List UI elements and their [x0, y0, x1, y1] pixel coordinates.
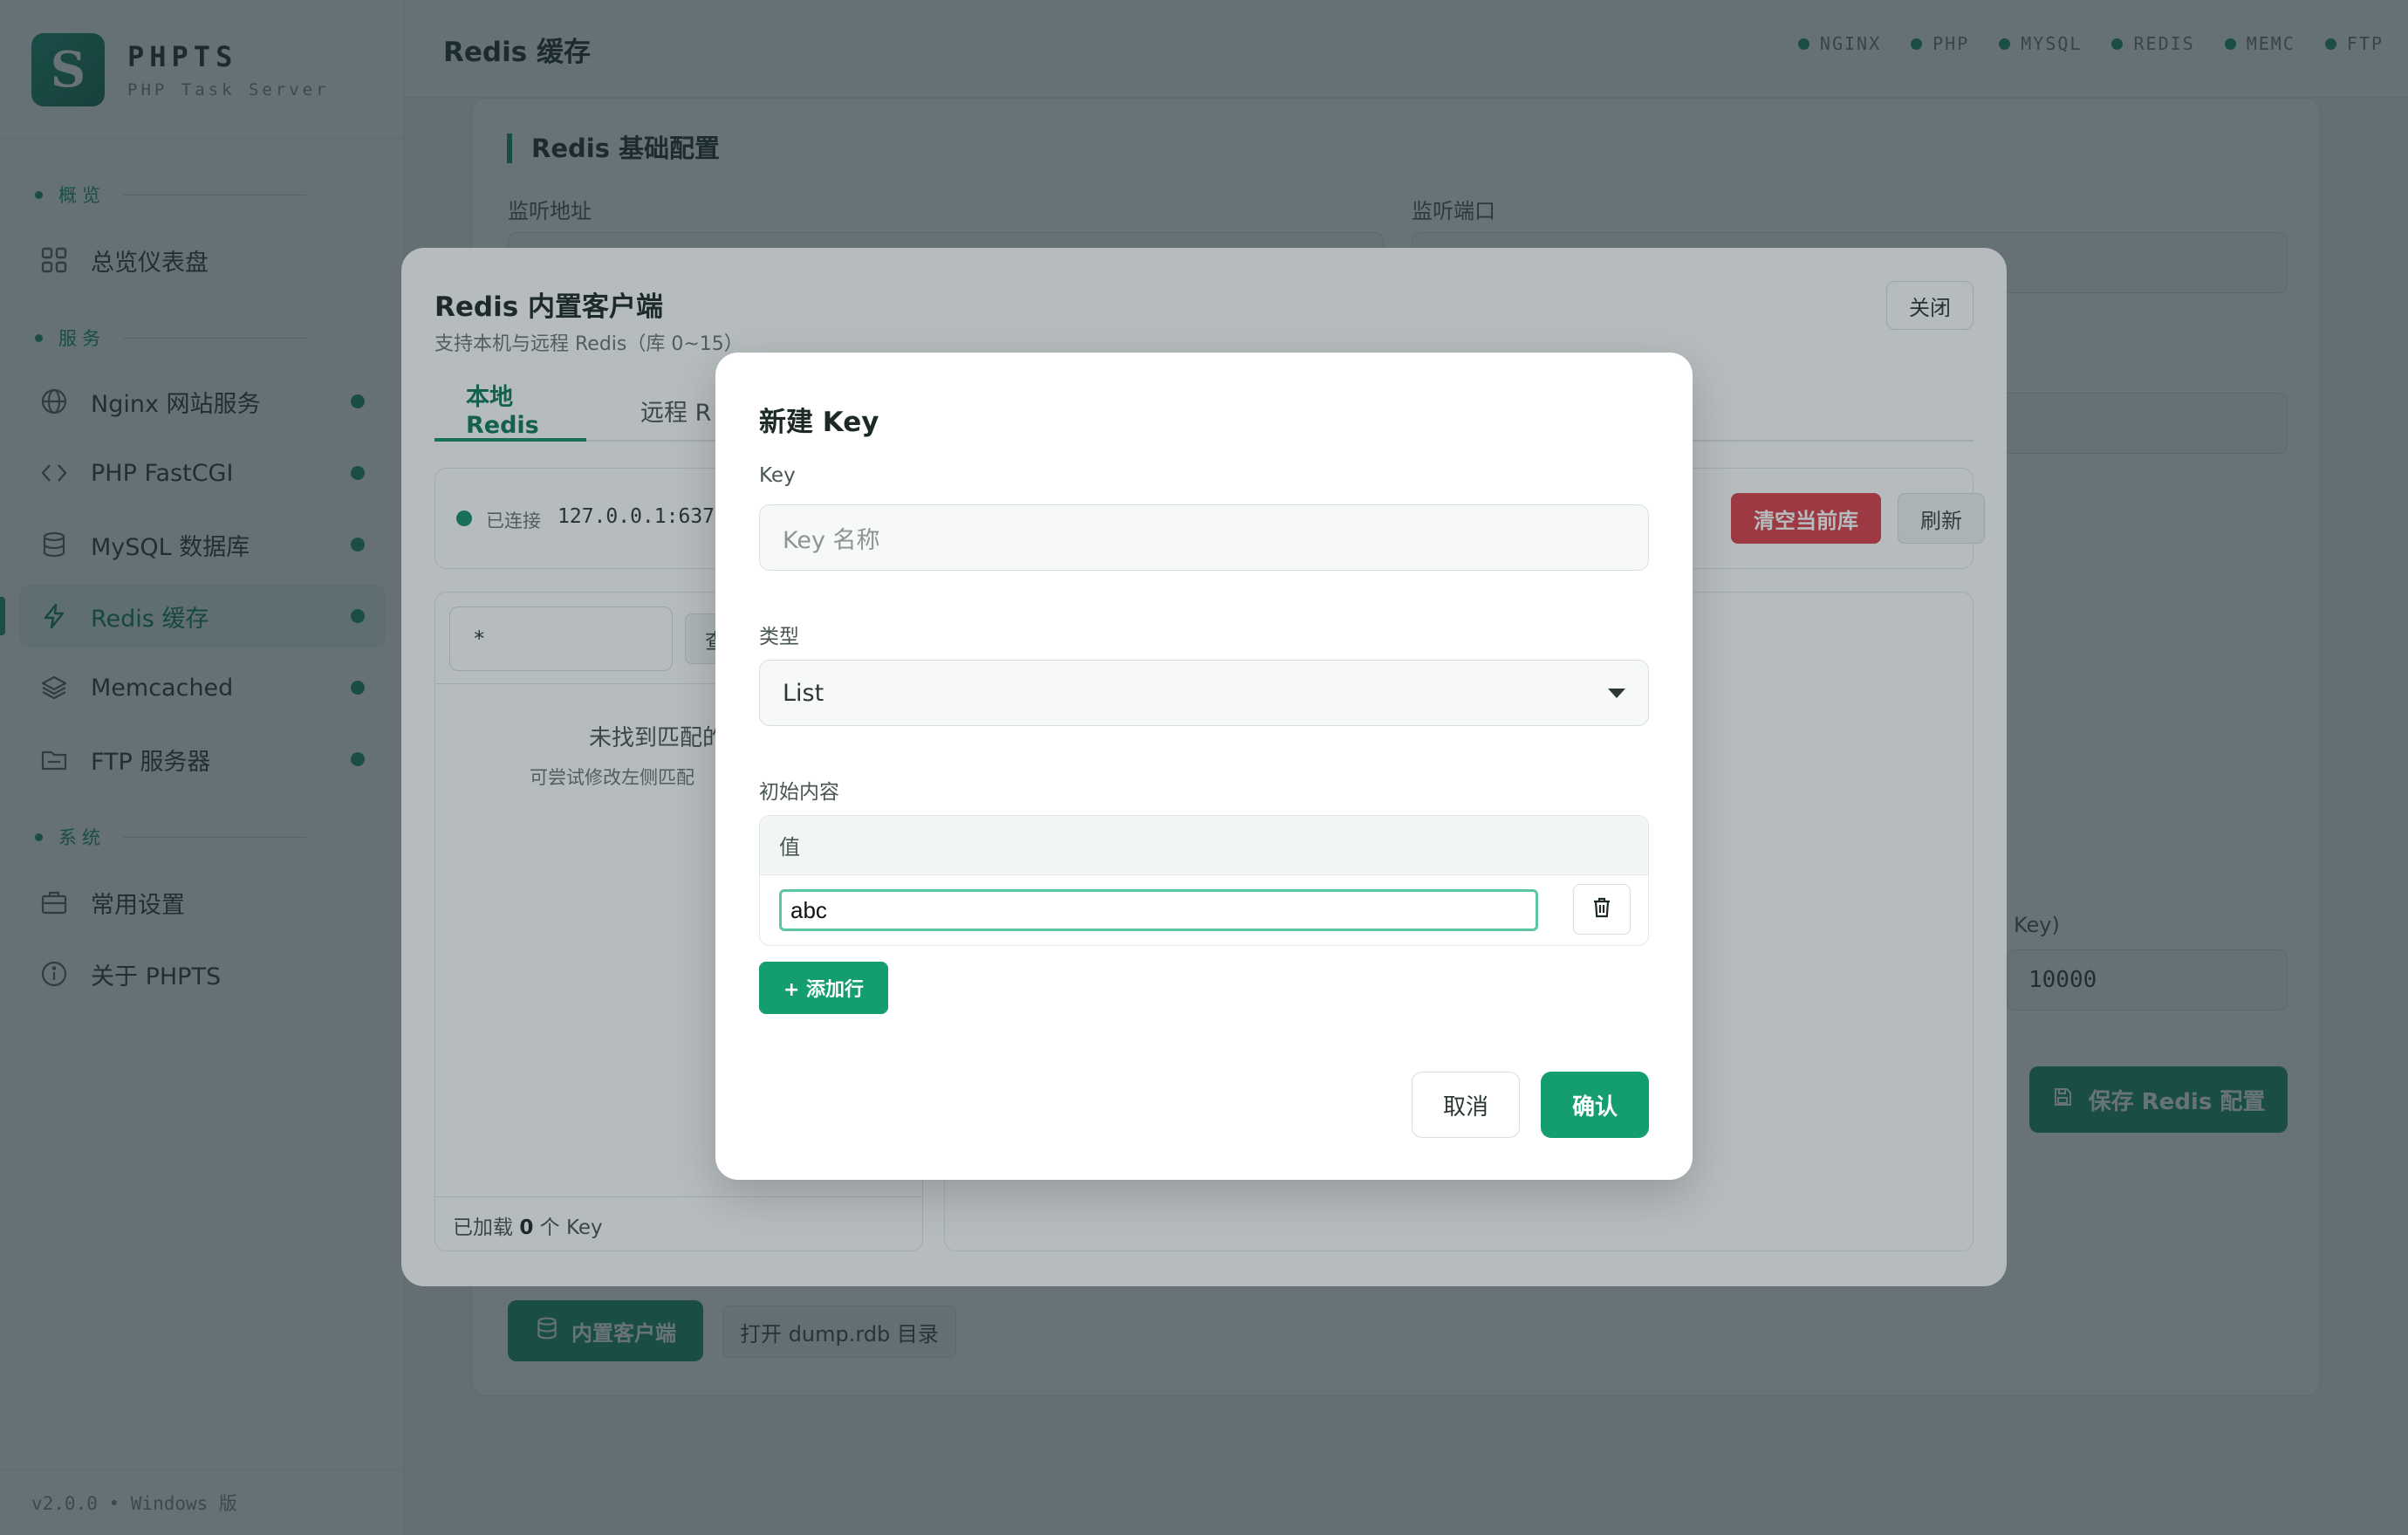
type-label: 类型	[759, 626, 799, 648]
chevron-down-icon	[1608, 689, 1625, 698]
key-name-input[interactable]: Key 名称	[759, 504, 1649, 571]
new-key-modal: 新建 Key Key Key 名称 类型 List 初始内容 值 abc + 添…	[715, 353, 1693, 1180]
content-table: 值 abc	[759, 815, 1649, 946]
add-row-button[interactable]: + 添加行	[759, 962, 888, 1014]
cancel-button[interactable]: 取消	[1412, 1072, 1520, 1138]
row-value-input[interactable]: abc	[779, 889, 1538, 931]
confirm-button[interactable]: 确认	[1541, 1072, 1649, 1138]
key-label: Key	[759, 464, 796, 487]
delete-row-button[interactable]	[1573, 884, 1631, 935]
column-header-value: 值	[760, 816, 1648, 875]
trash-icon	[1592, 897, 1611, 922]
type-selected-value: List	[783, 679, 824, 707]
modal-title: 新建 Key	[759, 407, 879, 438]
type-select[interactable]: List	[759, 660, 1649, 726]
content-label: 初始内容	[759, 781, 839, 804]
